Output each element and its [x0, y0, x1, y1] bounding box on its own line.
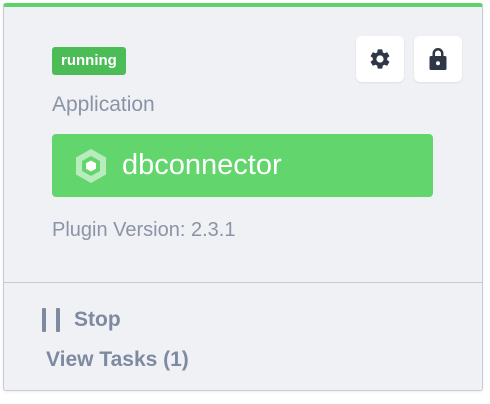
node-card-canvas: - -→ › running Application dbconnector: [0, 0, 490, 404]
application-card[interactable]: running Application dbconnector Plugin V: [3, 3, 483, 391]
settings-button[interactable]: [356, 36, 404, 82]
gear-icon: [370, 49, 390, 69]
type-label: Application: [52, 93, 155, 116]
divider: [4, 282, 482, 283]
app-name: dbconnector: [122, 149, 282, 181]
plugin-version: Plugin Version: 2.3.1: [52, 219, 236, 241]
stop-button[interactable]: Stop: [42, 308, 121, 332]
stop-label: Stop: [74, 308, 121, 331]
status-badge: running: [52, 47, 126, 75]
lock-icon: [429, 48, 447, 70]
lock-button[interactable]: [414, 36, 462, 82]
pause-icon: [42, 308, 60, 332]
hexagon-icon: [72, 147, 110, 185]
application-name-bar[interactable]: dbconnector: [52, 134, 433, 197]
view-tasks-link[interactable]: View Tasks (1): [46, 348, 189, 372]
